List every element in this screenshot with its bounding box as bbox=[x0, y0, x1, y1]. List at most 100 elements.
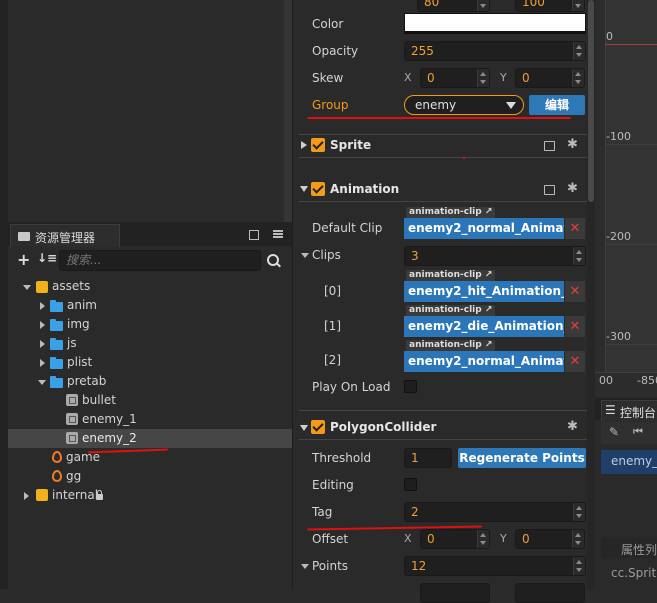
size-x-input[interactable]: 80 bbox=[417, 0, 490, 12]
gear-icon[interactable]: ✱ bbox=[567, 137, 578, 152]
tree-item-assets[interactable]: assets bbox=[52, 279, 90, 293]
tree-item-bullet[interactable]: bullet bbox=[82, 393, 116, 407]
add-icon[interactable]: + bbox=[17, 250, 30, 269]
tree-item-internal[interactable]: internal bbox=[52, 488, 98, 502]
properties-panel: 属性列 cc.Sprite bbox=[595, 538, 657, 589]
collapse-icon[interactable] bbox=[40, 302, 45, 310]
book-icon[interactable] bbox=[544, 141, 555, 151]
console-row-selected[interactable]: enemy_2 bbox=[601, 450, 657, 474]
polygon-collider-title: PolygonCollider bbox=[330, 420, 437, 434]
group-select[interactable]: enemy bbox=[404, 95, 524, 115]
color-alpha-bar bbox=[405, 31, 585, 33]
maximize-icon[interactable] bbox=[249, 230, 259, 240]
expand-icon[interactable] bbox=[23, 285, 31, 290]
spinner-icon[interactable] bbox=[477, 0, 489, 11]
points-label: Points bbox=[312, 559, 349, 573]
clear-clip-1-button[interactable]: ✕ bbox=[565, 316, 585, 337]
expand-icon[interactable] bbox=[300, 186, 308, 192]
animation-enabled-checkbox[interactable] bbox=[311, 182, 325, 196]
tree-item-img[interactable]: img bbox=[67, 317, 90, 331]
tree-item-enemy-2[interactable]: enemy_2 bbox=[82, 431, 137, 445]
scene-view[interactable]: 0 -100 -200 -300 00 -850 bbox=[595, 0, 657, 397]
offset-y-input[interactable]: 0 bbox=[515, 529, 585, 549]
spinner-icon[interactable] bbox=[477, 69, 489, 87]
properties-title: 属性列 bbox=[621, 543, 657, 557]
assets-panel-title: 资源管理器 bbox=[35, 231, 96, 245]
menu-icon[interactable] bbox=[273, 230, 283, 238]
size-x-value: 80 bbox=[424, 0, 440, 9]
opacity-input[interactable]: 255 bbox=[404, 41, 586, 61]
group-edit-button[interactable]: 编辑 bbox=[529, 95, 585, 115]
tree-item-plist[interactable]: plist bbox=[67, 355, 92, 369]
clear-clip-2-button[interactable]: ✕ bbox=[565, 351, 585, 372]
opacity-value: 255 bbox=[411, 44, 434, 58]
skew-x-label: X bbox=[404, 71, 412, 84]
scene-grid-line bbox=[605, 144, 657, 145]
spinner-icon[interactable] bbox=[572, 69, 584, 87]
points-input[interactable]: 12 bbox=[404, 556, 586, 576]
spinner-icon[interactable] bbox=[477, 530, 489, 548]
sprite-title: Sprite bbox=[330, 138, 372, 152]
gear-icon[interactable]: ✱ bbox=[567, 181, 578, 196]
play-on-load-checkbox[interactable] bbox=[404, 380, 417, 393]
folder-icon bbox=[18, 232, 30, 241]
spinner-icon[interactable] bbox=[572, 0, 584, 11]
spinner-icon[interactable] bbox=[573, 557, 585, 575]
point-x-input[interactable] bbox=[420, 583, 490, 603]
collapse-icon[interactable] bbox=[40, 340, 45, 348]
offset-x-input[interactable]: 0 bbox=[420, 529, 490, 549]
collapse-icon[interactable] bbox=[24, 492, 29, 500]
collapse-icon[interactable] bbox=[40, 359, 45, 367]
skew-y-label: Y bbox=[500, 71, 507, 84]
collapse-icon[interactable] bbox=[301, 141, 307, 149]
book-icon[interactable] bbox=[544, 185, 555, 195]
clip-field-2[interactable]: enemy2_normal_Animati... bbox=[404, 351, 564, 372]
collapse-icon[interactable] bbox=[40, 321, 45, 329]
tree-item-enemy-1[interactable]: enemy_1 bbox=[82, 412, 137, 426]
tag-input[interactable]: 2 bbox=[404, 502, 586, 522]
tree-item-anim[interactable]: anim bbox=[67, 298, 97, 312]
tree-item-gg[interactable]: gg bbox=[66, 469, 81, 483]
scene-y-tick: 0 bbox=[606, 30, 613, 43]
divider bbox=[299, 134, 589, 135]
point-y-input[interactable] bbox=[515, 583, 585, 603]
offset-y-label: Y bbox=[500, 532, 507, 545]
clip-field-0[interactable]: enemy2_hit_Animation_... bbox=[404, 281, 564, 302]
expand-icon[interactable] bbox=[38, 380, 46, 385]
polygon-enabled-checkbox[interactable] bbox=[311, 420, 325, 434]
regenerate-points-button[interactable]: Regenerate Points bbox=[458, 448, 586, 468]
edit-icon[interactable]: ✎ bbox=[609, 425, 619, 439]
spinner-icon[interactable] bbox=[573, 503, 585, 521]
console-tab[interactable]: ☰ 控制台 bbox=[601, 400, 657, 421]
skew-x-input[interactable]: 0 bbox=[420, 68, 490, 88]
spinner-icon[interactable] bbox=[573, 42, 585, 60]
red-dot bbox=[463, 157, 465, 159]
assets-tab[interactable]: 资源管理器 bbox=[10, 224, 120, 247]
clips-count-input[interactable]: 3 bbox=[404, 246, 586, 266]
clips-count-value: 3 bbox=[411, 249, 419, 263]
clip-field-1[interactable]: enemy2_die_Animation_... bbox=[404, 316, 564, 337]
clear-clip-0-button[interactable]: ✕ bbox=[565, 281, 585, 302]
clear-default-clip-button[interactable]: ✕ bbox=[565, 218, 585, 239]
expand-icon[interactable] bbox=[300, 425, 308, 431]
inspector-scrollbar-thumb[interactable] bbox=[588, 0, 594, 202]
rewind-icon[interactable]: ⏮ bbox=[633, 425, 643, 439]
sort-icon[interactable]: ↓≡ bbox=[37, 251, 57, 265]
asset-search-input[interactable]: 搜索... bbox=[59, 250, 261, 271]
scene-icon bbox=[52, 470, 62, 482]
sprite-enabled-checkbox[interactable] bbox=[311, 138, 325, 152]
expand-icon[interactable] bbox=[301, 564, 309, 569]
size-y-input[interactable]: 100 bbox=[515, 0, 585, 12]
skew-y-input[interactable]: 0 bbox=[515, 68, 585, 88]
default-clip-field[interactable]: enemy2_normal_Animati... bbox=[404, 218, 564, 239]
spinner-icon[interactable] bbox=[573, 247, 585, 265]
editing-checkbox[interactable] bbox=[404, 478, 417, 491]
tree-item-pretab[interactable]: pretab bbox=[67, 374, 106, 388]
threshold-input[interactable]: 1 bbox=[404, 448, 452, 468]
asset-db-icon bbox=[36, 489, 48, 501]
tree-item-js[interactable]: js bbox=[67, 336, 77, 350]
hierarchy-scrollbar[interactable] bbox=[284, 0, 292, 222]
gear-icon[interactable]: ✱ bbox=[567, 419, 578, 434]
expand-icon[interactable] bbox=[301, 253, 309, 258]
spinner-icon[interactable] bbox=[572, 530, 584, 548]
